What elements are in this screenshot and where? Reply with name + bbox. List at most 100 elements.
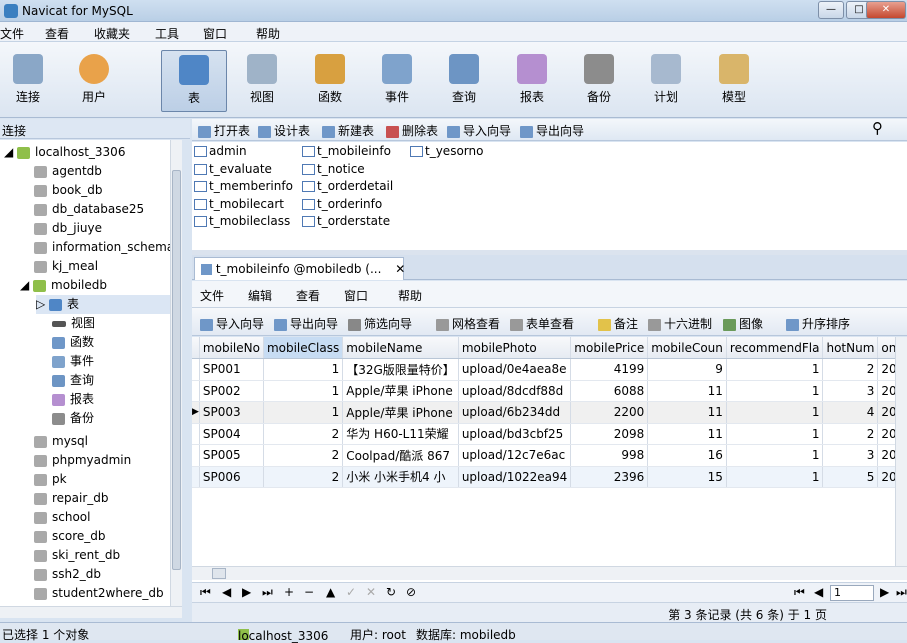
prev-record-icon[interactable]: ◀ <box>222 585 231 599</box>
tree-connection[interactable]: ◢ localhost_3306 <box>4 143 125 162</box>
tree-db[interactable]: score_db <box>34 527 105 546</box>
tree-events-node[interactable]: 事件 <box>52 352 94 371</box>
table-item[interactable]: t_mobileclass <box>194 214 290 228</box>
tree-backups-node[interactable]: 备份 <box>52 409 94 428</box>
cell[interactable]: upload/bd3cbf25 <box>458 423 572 445</box>
table-item[interactable]: t_orderstate <box>302 214 390 228</box>
cell[interactable]: SP005 <box>199 444 264 467</box>
toolbar-table-button[interactable]: 表 <box>161 50 227 112</box>
toolbar-schedule-button[interactable]: 计划 <box>638 50 694 112</box>
design-table-button[interactable]: 设计表 <box>258 122 310 139</box>
scrollbar-thumb[interactable] <box>212 568 226 579</box>
toolbar-backup-button[interactable]: 备份 <box>571 50 627 112</box>
tree-vertical-scrollbar[interactable] <box>170 140 182 606</box>
delete-record-icon[interactable]: − <box>304 585 314 599</box>
cell[interactable]: upload/8dcdf88d <box>458 380 572 402</box>
cell[interactable]: 1 <box>263 380 344 402</box>
editor-menu-view[interactable]: 查看 <box>296 287 320 304</box>
cell[interactable]: SP004 <box>199 423 264 445</box>
stop-icon[interactable]: ⊘ <box>406 585 416 599</box>
table-item[interactable]: t_mobileinfo <box>302 144 391 158</box>
tree-db[interactable]: agentdb <box>34 162 102 181</box>
editor-menu-file[interactable]: 文件 <box>200 287 224 304</box>
table-item[interactable]: t_orderinfo <box>302 197 382 211</box>
close-button[interactable]: ✕ <box>866 1 906 19</box>
refresh-icon[interactable]: ↻ <box>386 585 396 599</box>
grid-horizontal-scrollbar[interactable] <box>192 566 907 580</box>
tree-reports-node[interactable]: 报表 <box>52 390 94 409</box>
tab-close-icon[interactable]: ✕ <box>395 262 405 276</box>
grid-vertical-scrollbar[interactable] <box>895 337 907 566</box>
toolbar-report-button[interactable]: 报表 <box>504 50 560 112</box>
cell[interactable]: upload/0e4aea8e <box>458 358 572 381</box>
cell[interactable]: 4199 <box>570 358 649 381</box>
cell[interactable]: 1 <box>726 380 824 402</box>
cell[interactable]: 998 <box>570 444 649 467</box>
grid-view-button[interactable]: 网格查看 <box>436 315 500 332</box>
column-header[interactable]: mobilePhoto <box>458 337 572 359</box>
tree-db[interactable]: school <box>34 508 90 527</box>
cell[interactable]: SP001 <box>199 358 264 381</box>
memo-button[interactable]: 备注 <box>598 315 638 332</box>
cell[interactable]: 11 <box>647 401 727 424</box>
grid-import-button[interactable]: 导入向导 <box>200 315 264 332</box>
tree-db[interactable]: information_schema <box>34 238 174 257</box>
grid-export-button[interactable]: 导出向导 <box>274 315 338 332</box>
cell[interactable]: 1 <box>726 358 824 381</box>
table-item[interactable]: t_yesorno <box>410 144 483 158</box>
editor-menu-help[interactable]: 帮助 <box>398 287 422 304</box>
next-page-icon[interactable]: ▶ <box>880 585 889 599</box>
cell[interactable]: 2 <box>263 466 344 488</box>
new-table-button[interactable]: 新建表 <box>322 122 374 139</box>
cell[interactable]: 2396 <box>570 466 649 488</box>
table-item[interactable]: t_mobilecart <box>194 197 284 211</box>
table-row[interactable]: SP005 2 Coolpad/酷派 867 upload/12c7e6ac 998 16… <box>192 444 907 467</box>
tree-queries-node[interactable]: 查询 <box>52 371 94 390</box>
cell[interactable]: 11 <box>647 380 727 402</box>
tree-db[interactable]: kj_meal <box>34 257 98 276</box>
menu-help[interactable]: 帮助 <box>256 25 280 42</box>
table-item[interactable]: t_notice <box>302 162 365 176</box>
tree-db[interactable]: phpmyadmin <box>34 451 131 470</box>
cell[interactable]: 1 <box>263 401 344 424</box>
toolbar-function-button[interactable]: 函数 <box>302 50 358 112</box>
column-header[interactable]: mobileNo <box>199 337 264 359</box>
table-item[interactable]: admin <box>194 144 247 158</box>
sort-ascending-button[interactable]: 升序排序 <box>786 315 850 332</box>
cell[interactable]: 16 <box>647 444 727 467</box>
cell[interactable]: 1 <box>726 401 824 424</box>
cell[interactable]: Coolpad/酷派 867 <box>342 444 459 467</box>
filter-wizard-button[interactable]: 筛选向导 <box>348 315 412 332</box>
last-page-icon[interactable]: ⏭ <box>896 585 907 600</box>
tree-horizontal-scrollbar[interactable] <box>0 606 182 618</box>
menu-view[interactable]: 查看 <box>45 25 69 42</box>
next-record-icon[interactable]: ▶ <box>242 585 251 599</box>
delete-table-button[interactable]: 删除表 <box>386 122 438 139</box>
cell[interactable]: upload/12c7e6ac <box>458 444 572 467</box>
page-number-input[interactable]: 1 <box>830 585 874 601</box>
cell[interactable]: 2 <box>263 444 344 467</box>
column-header[interactable]: mobileName <box>342 337 459 359</box>
menu-window[interactable]: 窗口 <box>203 25 227 42</box>
cell[interactable]: Apple/苹果 iPhone <box>342 401 459 424</box>
toolbar-user-button[interactable]: 用户 <box>66 50 122 112</box>
cell[interactable]: 5 <box>822 466 879 488</box>
tree-db[interactable]: book_db <box>34 181 102 200</box>
table-row-current[interactable]: ▶ SP003 1 Apple/苹果 iPhone upload/6b234dd 2200… <box>192 401 907 424</box>
discard-icon[interactable]: ✕ <box>366 585 376 599</box>
toolbar-event-button[interactable]: 事件 <box>369 50 425 112</box>
tree-db[interactable]: pk <box>34 470 67 489</box>
search-icon[interactable]: ⚲ <box>872 119 883 137</box>
cell[interactable]: 【32G版限量特价】 <box>342 358 459 381</box>
table-row[interactable]: SP0011【32G版限量特价】upload/0e4aea8e419991220… <box>192 358 907 381</box>
cell[interactable]: 6088 <box>570 380 649 402</box>
cell[interactable]: 11 <box>647 423 727 445</box>
first-record-icon[interactable]: ⏮ <box>200 585 211 600</box>
cell[interactable]: 2200 <box>570 401 649 424</box>
toolbar-view-button[interactable]: 视图 <box>234 50 290 112</box>
toolbar-connect-button[interactable]: 连接 <box>0 50 56 112</box>
confirm-icon[interactable]: ✓ <box>346 585 356 599</box>
toolbar-model-button[interactable]: 模型 <box>706 50 762 112</box>
column-header[interactable]: mobilePrice <box>570 337 649 359</box>
hex-button[interactable]: 十六进制 <box>648 315 712 332</box>
